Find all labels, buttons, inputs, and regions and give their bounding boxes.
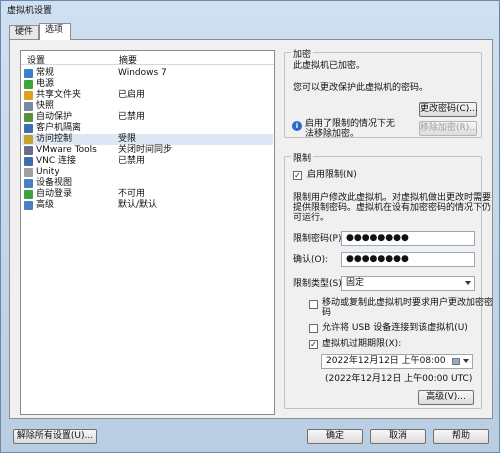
cancel-button[interactable]: 取消 — [370, 429, 426, 444]
chevron-down-icon — [465, 281, 471, 285]
require-pw-change-label-line2: 码 — [322, 308, 332, 318]
settings-list-row[interactable]: 客户机隔离 — [22, 123, 273, 134]
setting-item-icon — [24, 80, 33, 89]
settings-list-row[interactable]: 共享文件夹 已启用 — [22, 90, 273, 101]
setting-name: 设备视图 — [36, 178, 73, 188]
enable-restrictions-label: 启用限制(N) — [307, 170, 357, 180]
restrictions-desc-line3: 可运行。 — [293, 213, 330, 223]
confirm-password-input[interactable]: ●●●●●●●● — [341, 252, 475, 267]
setting-summary: 已禁用 — [118, 156, 146, 166]
restriction-type-value: 固定 — [346, 278, 365, 288]
tab-options[interactable]: 选项 — [39, 23, 71, 40]
chevron-down-icon[interactable] — [463, 359, 469, 363]
settings-list-row[interactable]: 快照 — [22, 101, 273, 112]
settings-list-row[interactable]: 设备视图 — [22, 178, 273, 189]
settings-list-row[interactable]: 常规 Windows 7 — [22, 68, 273, 79]
setting-item-icon — [24, 102, 33, 111]
column-header-summary[interactable]: 摘要 — [119, 53, 137, 66]
expire-date-picker[interactable]: 2022年12月12日 上午08:00 — [321, 354, 473, 369]
restrictions-group: 限制 ✓ 启用限制(N) 限制用户修改此虚拟机。对虚拟机做出更改时需要 提供限制… — [284, 151, 493, 409]
setting-summary: 不可用 — [118, 189, 146, 199]
require-pw-change-label-line1: 移动或复制此虚拟机时要求用户更改加密密 — [322, 298, 494, 308]
setting-name: 自动登录 — [36, 189, 73, 199]
restriction-type-select[interactable]: 固定 — [341, 276, 475, 291]
setting-summary: 已启用 — [118, 90, 146, 100]
setting-summary: 关闭时间同步 — [118, 145, 173, 155]
restriction-password-label: 限制密码(P): — [293, 234, 345, 244]
advanced-button[interactable]: 高级(V)... — [418, 390, 474, 405]
encryption-group: 加密 此虚拟机已加密。 您可以更改保护此虚拟机的密码。 更改密码(C)... i… — [284, 47, 482, 139]
expire-utc-text: (2022年12月12日 上午00:00 UTC) — [325, 374, 473, 384]
setting-name: 常规 — [36, 68, 55, 78]
remove-encryption-button[interactable]: 移除加密(R)... — [419, 121, 478, 136]
setting-summary: 默认/默认 — [118, 200, 158, 210]
setting-item-icon — [24, 168, 33, 177]
restrictions-title: 限制 — [291, 151, 314, 164]
setting-item-icon — [24, 124, 33, 133]
setting-item-icon — [24, 146, 33, 155]
setting-name: 访问控制 — [36, 134, 73, 144]
allow-usb-label: 允许将 USB 设备连接到该虚拟机(U) — [322, 323, 468, 333]
settings-list-row[interactable]: 访问控制 受限 — [22, 134, 273, 145]
restriction-type-label: 限制类型(S): — [293, 279, 345, 289]
help-button[interactable]: 帮助 — [433, 429, 489, 444]
setting-name: VNC 连接 — [36, 156, 77, 166]
calendar-icon[interactable] — [452, 358, 460, 365]
options-panel: 设置 摘要 常规 Windows 7 电源 共享文件夹 已启用 快照 自动保护 已禁用 客户机隔… — [9, 39, 493, 419]
setting-summary: 受限 — [118, 134, 137, 144]
setting-item-icon — [24, 69, 33, 78]
list-header: 设置 摘要 — [21, 51, 274, 66]
setting-name: 高级 — [36, 200, 55, 210]
expire-date-value: 2022年12月12日 上午08:00 — [326, 356, 446, 366]
encryption-desc: 您可以更改保护此虚拟机的密码。 — [293, 83, 429, 93]
enable-restrictions-checkbox[interactable]: ✓ — [293, 171, 302, 180]
settings-list-row[interactable]: Unity — [22, 167, 273, 178]
setting-item-icon — [24, 113, 33, 122]
settings-list-row[interactable]: 自动保护 已禁用 — [22, 112, 273, 123]
setting-name: 电源 — [36, 79, 55, 89]
confirm-password-label: 确认(O): — [293, 255, 329, 265]
setting-item-icon — [24, 135, 33, 144]
setting-item-icon — [24, 201, 33, 210]
setting-summary: 已禁用 — [118, 112, 146, 122]
settings-window: 虚拟机设置 硬件 选项 设置 摘要 常规 Windows 7 电源 共享文件夹 已启用快… — [0, 0, 500, 453]
window-title: 虚拟机设置 — [7, 6, 53, 16]
settings-list-row[interactable]: 电源 — [22, 79, 273, 90]
reset-all-settings-button[interactable]: 解除所有设置(U)... — [13, 429, 97, 444]
setting-item-icon — [24, 91, 33, 100]
setting-item-icon — [24, 179, 33, 188]
settings-list-row[interactable]: 高级 默认/默认 — [22, 200, 273, 211]
info-icon: i — [292, 121, 302, 131]
expire-label: 虚拟机过期期限(X): — [322, 339, 402, 349]
encryption-info-line2: 法移除加密。 — [305, 129, 360, 139]
setting-name: 自动保护 — [36, 112, 73, 122]
setting-name: 快照 — [36, 101, 55, 111]
change-password-button[interactable]: 更改密码(C)... — [419, 102, 478, 117]
setting-item-icon — [24, 157, 33, 166]
setting-name: 客户机隔离 — [36, 123, 82, 133]
tab-hardware[interactable]: 硬件 — [9, 25, 39, 39]
ok-button[interactable]: 确定 — [307, 429, 363, 444]
expire-checkbox[interactable]: ✓ — [309, 340, 318, 349]
setting-name: VMware Tools — [36, 145, 97, 155]
settings-list[interactable]: 设置 摘要 常规 Windows 7 电源 共享文件夹 已启用 快照 自动保护 已禁用 客户机隔… — [20, 50, 275, 415]
encryption-status: 此虚拟机已加密。 — [293, 61, 366, 71]
setting-name: Unity — [36, 167, 60, 177]
encryption-title: 加密 — [291, 47, 314, 60]
setting-summary: Windows 7 — [118, 68, 167, 78]
setting-item-icon — [24, 190, 33, 199]
require-pw-change-checkbox[interactable] — [309, 300, 318, 309]
column-header-setting[interactable]: 设置 — [27, 53, 45, 66]
restriction-password-input[interactable]: ●●●●●●●● — [341, 231, 475, 246]
settings-list-row[interactable]: VNC 连接 已禁用 — [22, 156, 273, 167]
settings-list-row[interactable]: 自动登录 不可用 — [22, 189, 273, 200]
settings-list-row[interactable]: VMware Tools 关闭时间同步 — [22, 145, 273, 156]
setting-name: 共享文件夹 — [36, 90, 82, 100]
allow-usb-checkbox[interactable] — [309, 324, 318, 333]
